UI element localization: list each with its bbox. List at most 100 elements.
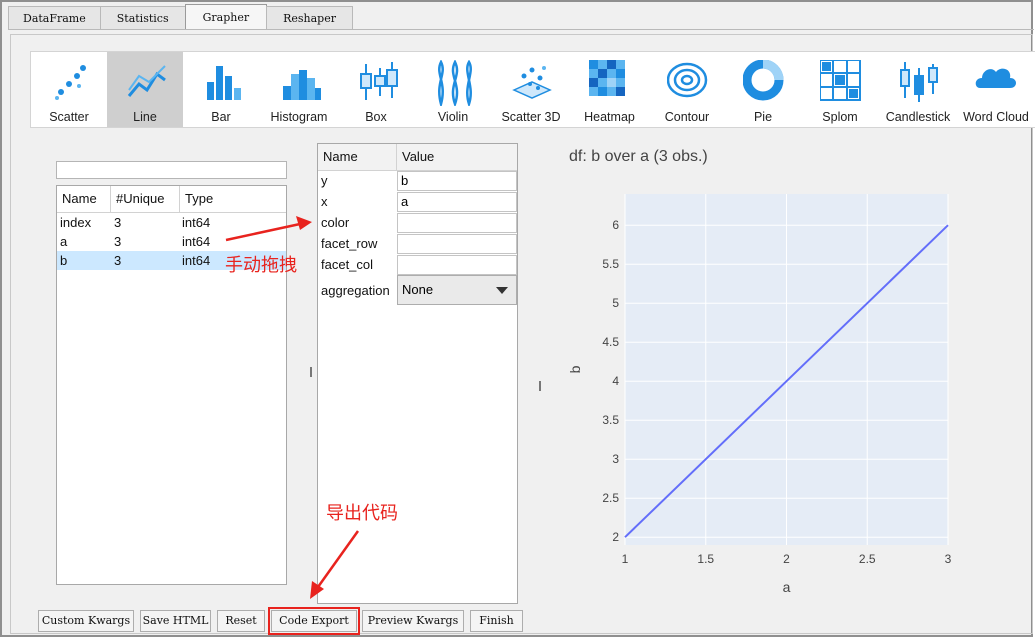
kwargs-header: Name Value: [318, 144, 517, 171]
contour-icon: [667, 62, 708, 98]
aggregation-select[interactable]: None: [397, 275, 517, 305]
y-tick-label: 3: [612, 452, 619, 466]
chart-type-scatter[interactable]: Scatter: [31, 52, 107, 127]
column-name: a: [60, 234, 68, 249]
chart-type-violin[interactable]: Violin: [415, 52, 491, 127]
header-kw-name: Name: [318, 144, 397, 170]
chart-type-label: Violin: [437, 110, 469, 124]
kwarg-row-x: x a: [318, 191, 517, 212]
kwarg-y-value[interactable]: b: [397, 171, 517, 191]
chart-type-histogram[interactable]: Histogram: [261, 52, 337, 127]
custom-kwargs-button[interactable]: Custom Kwargs: [38, 610, 134, 632]
chart-type-label: Histogram: [270, 110, 328, 124]
chart-type-box[interactable]: Box: [338, 52, 414, 127]
chart-type-heatmap[interactable]: Heatmap: [571, 52, 648, 127]
y-tick-label: 6: [612, 218, 619, 232]
tab-divider: [8, 29, 1034, 30]
column-type: int64: [182, 215, 211, 230]
kwarg-name: facet_row: [321, 236, 378, 251]
chevron-down-icon: [496, 287, 508, 294]
chart-type-splom[interactable]: Splom: [802, 52, 878, 127]
kwarg-name: facet_col: [321, 257, 374, 272]
candlestick-icon: [900, 62, 938, 102]
code-export-button[interactable]: Code Export: [268, 607, 360, 635]
column-unique: 3: [114, 215, 122, 230]
chart-type-label: Word Cloud: [963, 110, 1029, 124]
finish-button[interactable]: Finish: [470, 610, 523, 632]
chart-type-line[interactable]: Line: [107, 52, 183, 127]
top-tab-bar: DataFrame Statistics Grapher Reshaper: [8, 4, 353, 30]
export-annotation-text: 导出代码: [326, 503, 398, 524]
preview-kwargs-button[interactable]: Preview Kwargs: [362, 610, 464, 632]
tab-grapher[interactable]: Grapher: [184, 4, 268, 30]
x-tick-label: 2.5: [859, 552, 876, 566]
kwarg-name: x: [321, 194, 328, 209]
x-axis-label: a: [783, 579, 791, 595]
x-tick-label: 1: [622, 552, 629, 566]
header-type[interactable]: Type: [180, 186, 287, 212]
kwarg-row-color: color: [318, 212, 517, 233]
column-type: int64: [182, 253, 211, 268]
pie-icon: [743, 60, 784, 101]
kwarg-name: y: [321, 173, 328, 188]
column-unique: 3: [114, 253, 122, 268]
chart-type-label: Scatter: [49, 110, 89, 124]
kwarg-color-value[interactable]: [397, 213, 517, 233]
kwarg-row-y: y b: [318, 170, 517, 191]
chart-type-toolbar: Scatter Line Bar Histogram Box Violin Sc…: [30, 51, 1035, 128]
kwarg-row-aggregation: aggregation None: [318, 275, 517, 305]
scatter-icon: [55, 65, 86, 100]
x-tick-label: 2: [783, 552, 790, 566]
wordcloud-icon: [975, 68, 1016, 88]
header-unique[interactable]: #Unique: [111, 186, 180, 212]
chart-type-contour[interactable]: Contour: [649, 52, 725, 127]
y-tick-label: 2.5: [602, 491, 619, 505]
drag-annotation-arrow: [225, 216, 312, 242]
reset-button[interactable]: Reset: [217, 610, 265, 632]
right-splitter-handle[interactable]: [539, 381, 541, 391]
x-tick-label: 3: [945, 552, 952, 566]
column-name: b: [60, 253, 68, 268]
left-splitter-handle[interactable]: [310, 367, 312, 377]
y-axis-label: b: [567, 365, 583, 373]
kwarg-name: color: [321, 215, 350, 230]
chart-type-label: Scatter 3D: [501, 110, 561, 124]
tab-statistics[interactable]: Statistics: [99, 6, 186, 30]
header-name[interactable]: Name: [57, 186, 111, 212]
kwarg-row-facet-row: facet_row: [318, 233, 517, 254]
chart-type-scatter3d[interactable]: Scatter 3D: [492, 52, 570, 127]
tab-dataframe[interactable]: DataFrame: [8, 6, 101, 30]
kwarg-facet-row-value[interactable]: [397, 234, 517, 254]
chart-type-bar[interactable]: Bar: [183, 52, 259, 127]
box-icon: [360, 62, 398, 100]
splom-icon: [820, 60, 861, 101]
export-annotation-arrow: [310, 530, 360, 599]
plot-title: df: b over a (3 obs.): [569, 148, 708, 165]
column-name: index: [60, 215, 92, 230]
bar-icon: [207, 66, 241, 100]
chart-type-pie[interactable]: Pie: [725, 52, 801, 127]
chart-type-candlestick[interactable]: Candlestick: [879, 52, 957, 127]
y-tick-label: 2: [612, 530, 619, 544]
chart-type-wordcloud[interactable]: Word Cloud: [956, 52, 1036, 127]
column-search-input[interactable]: [56, 161, 287, 179]
header-kw-value: Value: [402, 149, 435, 164]
chart-type-label: Line: [133, 110, 157, 124]
chart-type-label: Splom: [822, 110, 858, 124]
y-tick-label: 4: [612, 374, 619, 388]
column-unique: 3: [114, 234, 122, 249]
chart-type-label: Contour: [664, 110, 710, 124]
y-tick-label: 5.5: [602, 257, 619, 271]
line-icon: [127, 65, 166, 97]
save-html-button[interactable]: Save HTML: [140, 610, 211, 632]
chart-type-label: Candlestick: [885, 110, 951, 124]
kwarg-x-value[interactable]: a: [397, 192, 517, 212]
chart-type-label: Heatmap: [584, 110, 635, 124]
histogram-icon: [283, 70, 321, 100]
aggregation-selected-value: None: [402, 282, 434, 297]
line-chart: 1 1.5 2 2.5 3 2 2.5 3 3.5 4 4.5 5 5.5 6 a b: [567, 194, 952, 595]
tab-reshaper[interactable]: Reshaper: [266, 6, 353, 30]
chart-type-label: Pie: [753, 110, 773, 124]
column-type: int64: [182, 234, 211, 249]
kwarg-facet-col-value[interactable]: [397, 255, 517, 275]
